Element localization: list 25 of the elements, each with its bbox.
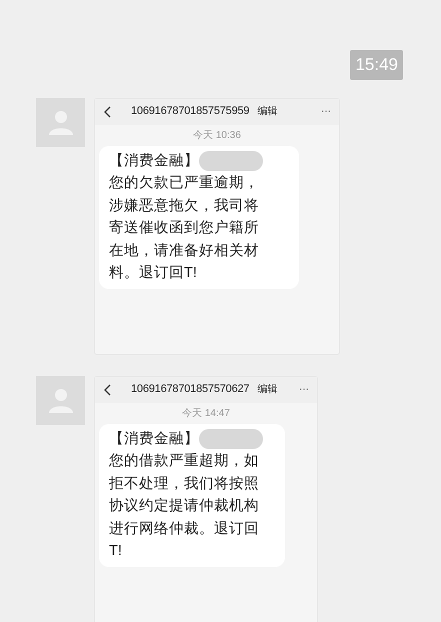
back-icon[interactable] (103, 384, 111, 396)
message-line: 拒不处理，我们将按照 (109, 474, 260, 494)
message-date: 今天 14:47 (182, 406, 230, 420)
message-line: 料。退订回T! (109, 264, 198, 283)
sender-number: 10691678701857575959 (131, 104, 250, 120)
sms-screenshot[interactable]: 10691678701857570627 编辑 ··· 今天 14:47 【消费金融】 您的借款严重超期，如 拒不处理，我们将按照 协议约定提请仲裁机构 进行网络仲裁。退订回 T! (94, 376, 318, 622)
more-button[interactable]: ··· (299, 382, 309, 397)
message-line: 您的借款严重超期，如 (109, 452, 260, 471)
message-heading: 【消费金融】 (109, 152, 199, 170)
message-line: 在地，请准备好相关材 (109, 242, 260, 260)
message-date: 今天 10:36 (193, 128, 241, 142)
message-line: 进行网络仲裁。退订回 (109, 520, 260, 538)
back-icon[interactable] (103, 106, 111, 118)
message-line: T! (109, 542, 123, 561)
message-line: 您的欠款已严重逾期， (109, 174, 260, 193)
edit-link[interactable]: 编辑 (257, 382, 278, 397)
sender-number: 10691678701857570627 (131, 382, 250, 398)
message-line: 协议约定提请仲裁机构 (109, 496, 260, 516)
message-line: 涉嫌恶意拖欠，我司将 (109, 196, 260, 216)
message-line: 寄送催收函到您户籍所 (109, 218, 260, 238)
edit-link[interactable]: 编辑 (257, 104, 278, 119)
more-button[interactable]: ··· (321, 104, 331, 119)
message-heading: 【消费金融】 (109, 430, 199, 448)
sms-screenshot[interactable]: 10691678701857575959 编辑 ··· 今天 10:36 【消费金融】 您的欠款已严重逾期， 涉嫌恶意拖欠，我司将 寄送催收函到您户籍所 在地，请准备好相关材 料。退订回T! (94, 98, 340, 354)
time-badge: 15:49 (350, 50, 403, 80)
